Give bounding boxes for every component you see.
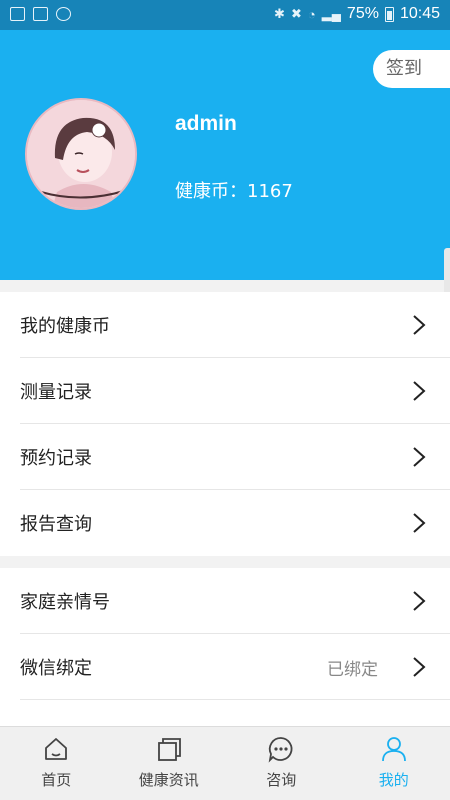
username: admin	[175, 112, 237, 135]
tab-mine[interactable]: 我的	[338, 727, 450, 800]
menu-item-label: 预约记录	[20, 448, 92, 469]
menu-item-label: 微信绑定	[20, 658, 92, 679]
wechat-binding-status: 已绑定	[327, 659, 378, 680]
tab-label: 首页	[41, 771, 72, 789]
menu-item-label: 我的健康币	[20, 316, 110, 337]
tab-home[interactable]: 首页	[0, 727, 113, 800]
tab-label: 健康资讯	[138, 771, 199, 789]
tab-health-news[interactable]: 健康资讯	[113, 727, 226, 800]
chevron-right-icon	[413, 657, 426, 677]
checkin-button[interactable]: 签到	[373, 50, 450, 88]
system-indicators: ✱ ✖ ◔ ▂▄ 75% 10:45	[274, 5, 440, 23]
chevron-right-icon	[413, 315, 426, 335]
tab-consult[interactable]: 咨询	[225, 727, 338, 800]
menu-item-health-coins[interactable]: 我的健康币	[0, 292, 450, 358]
news-icon	[157, 738, 181, 761]
chat-icon	[268, 737, 293, 763]
account-notification-icon	[56, 7, 71, 21]
menu-group-account: 我的健康币 测量记录 预约记录 报告查询	[0, 292, 450, 556]
battery-percent: 75%	[346, 5, 379, 22]
menu-item-wechat-binding[interactable]: 微信绑定 已绑定	[0, 634, 450, 700]
health-coin-balance: 健康币：1167	[175, 181, 293, 202]
chevron-right-icon	[413, 381, 426, 401]
signal-icon: ▂▄	[321, 6, 341, 21]
bluetooth-icon: ✱	[274, 6, 285, 21]
profile-header: 签到 admin 健康币：1167	[0, 30, 450, 398]
chevron-right-icon	[413, 513, 426, 533]
chevron-right-icon	[413, 447, 426, 467]
home-icon	[45, 738, 68, 760]
menu-item-measure-records[interactable]: 测量记录	[0, 358, 450, 424]
notification-icons	[10, 7, 71, 21]
tab-label: 咨询	[266, 771, 297, 789]
clock: 10:45	[399, 5, 440, 22]
menu-item-label: 家庭亲情号	[20, 592, 110, 613]
wifi-icon: ◔	[307, 6, 316, 22]
avatar[interactable]	[25, 98, 137, 210]
avatar-illustration	[27, 100, 135, 208]
mute-icon: ✖	[290, 6, 302, 21]
menu-item-label: 报告查询	[20, 514, 92, 535]
chevron-right-icon	[413, 591, 426, 611]
tab-label: 我的	[378, 771, 409, 789]
menu-item-family-accounts[interactable]: 家庭亲情号	[0, 568, 450, 634]
bottom-tab-bar: 首页 健康资讯 咨询 我的	[0, 726, 450, 800]
user-icon	[381, 737, 406, 762]
menu-item-report-query[interactable]: 报告查询	[0, 490, 450, 556]
menu-item-appointment-records[interactable]: 预约记录	[0, 424, 450, 490]
status-bar: ✱ ✖ ◔ ▂▄ 75% 10:45	[0, 0, 450, 30]
message-notification-icon	[10, 7, 25, 21]
menu-item-label: 测量记录	[20, 382, 92, 403]
battery-icon	[384, 6, 394, 22]
image-notification-icon	[33, 7, 48, 21]
